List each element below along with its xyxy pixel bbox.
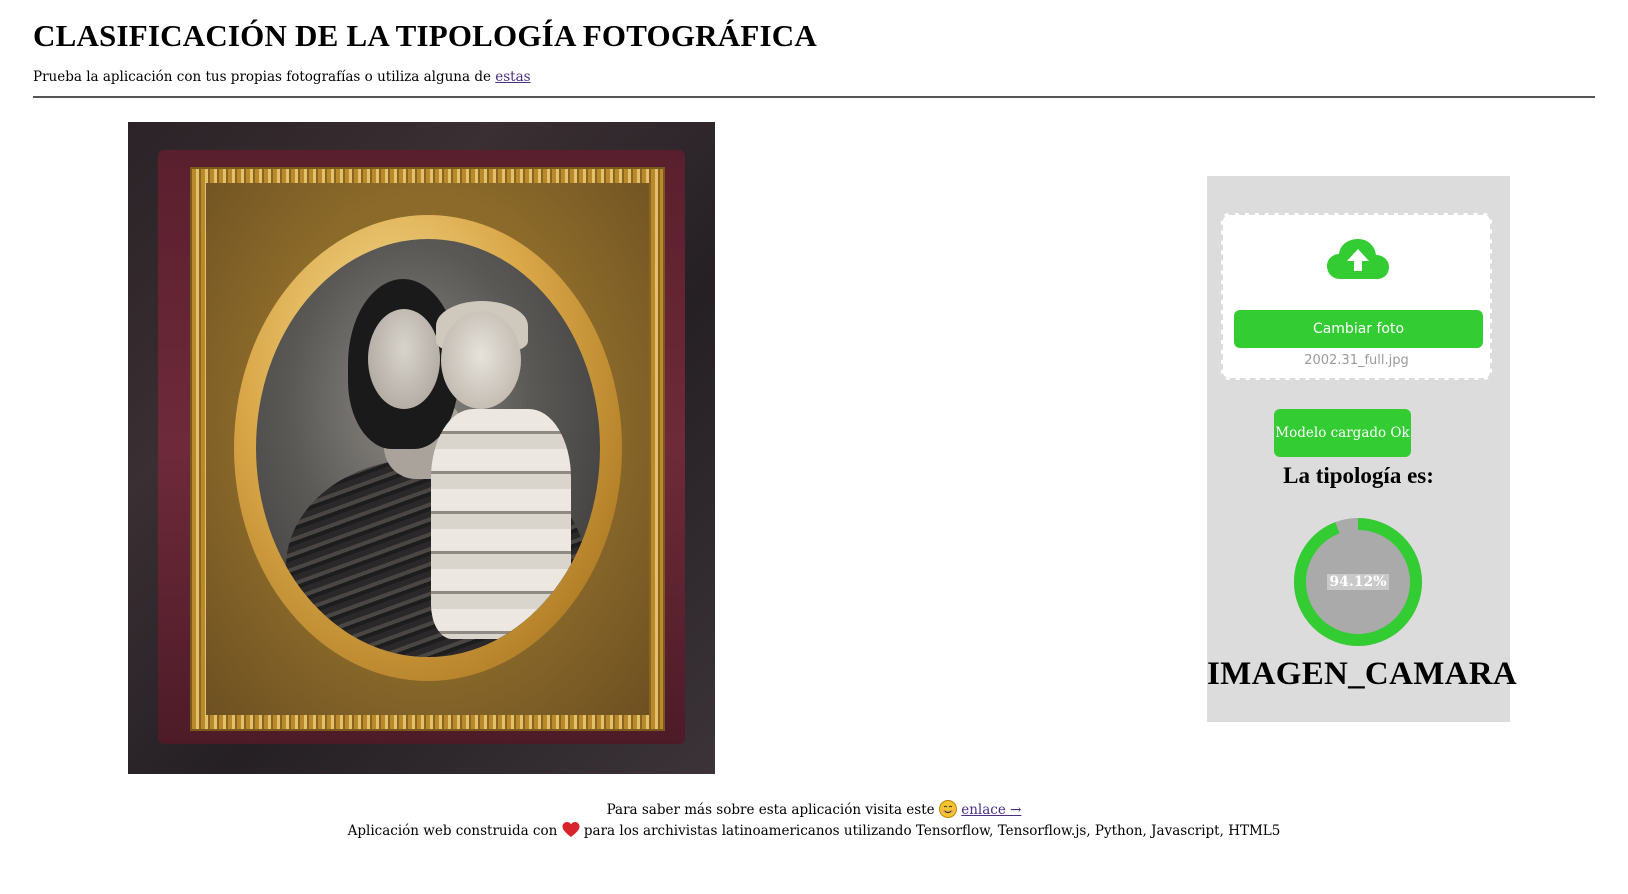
confidence-percent: 94.12%: [1327, 574, 1389, 590]
smiling-face-icon: [938, 800, 957, 818]
uploaded-photo: [128, 122, 715, 774]
model-status-button[interactable]: Modelo cargado Ok: [1274, 409, 1411, 457]
change-photo-button[interactable]: Cambiar foto: [1234, 310, 1483, 348]
portrait-woman-face: [368, 309, 440, 409]
footer-line-2: Aplicación web construida con para los a…: [0, 821, 1628, 842]
photo-frame: [190, 167, 665, 731]
page-title: CLASIFICACIÓN DE LA TIPOLOGÍA FOTOGRÁFIC…: [33, 18, 817, 53]
result-class-name: IMAGEN_CAMARA: [1207, 656, 1518, 692]
page: CLASIFICACIÓN DE LA TIPOLOGÍA FOTOGRÁFIC…: [0, 0, 1628, 894]
portrait-child-face: [441, 311, 521, 409]
gauge-label: 94.12%: [1292, 516, 1424, 648]
portrait: [256, 239, 600, 657]
confidence-gauge: 94.12%: [1292, 516, 1424, 648]
cloud-upload-icon[interactable]: [1327, 237, 1389, 281]
photo-mat: [206, 183, 649, 715]
footer-line-1: Para saber más sobre esta aplicación vis…: [0, 800, 1628, 821]
subtitle-text: Prueba la aplicación con tus propias fot…: [33, 69, 496, 85]
result-panel: Cambiar foto 2002.31_full.jpg Modelo car…: [1207, 176, 1518, 722]
heart-icon: [562, 822, 580, 837]
filename-label: 2002.31_full.jpg: [1304, 353, 1409, 368]
footer: Para saber más sobre esta aplicación vis…: [0, 800, 1628, 842]
footer-info-text: Para saber más sobre esta aplicación vis…: [606, 802, 939, 818]
header-divider: [33, 96, 1595, 98]
oval-frame: [234, 215, 622, 681]
examples-link[interactable]: estas: [495, 69, 530, 85]
page-subtitle: Prueba la aplicación con tus propias fot…: [33, 69, 531, 85]
portrait-child-dress: [431, 409, 571, 639]
result-label: La tipología es:: [1283, 463, 1434, 488]
upload-dropzone[interactable]: Cambiar foto 2002.31_full.jpg: [1221, 213, 1492, 380]
footer-tech-text: para los archivistas latinoamericanos ut…: [579, 823, 1281, 839]
more-info-link[interactable]: enlace →: [961, 802, 1021, 818]
footer-built-text: Aplicación web construida con: [347, 823, 562, 839]
